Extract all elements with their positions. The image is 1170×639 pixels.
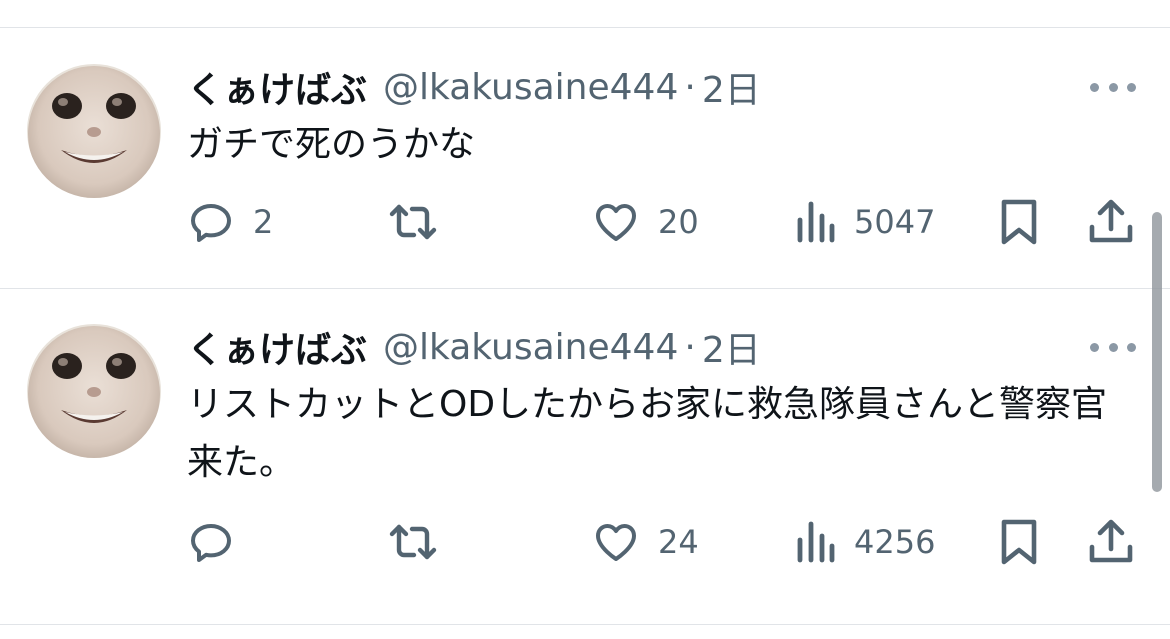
- reply-count: 2: [253, 203, 274, 241]
- like-count: 24: [658, 523, 699, 561]
- views-count: 4256: [854, 523, 936, 561]
- bottom-divider: [0, 624, 1170, 625]
- retweet-button[interactable]: [386, 197, 440, 247]
- action-bar: 2 20 5047: [0, 197, 1170, 247]
- reply-icon: [191, 524, 231, 562]
- avatar-image: [27, 64, 161, 198]
- tweet-text: ガチで死のうかな: [187, 124, 476, 165]
- retweet-button[interactable]: [386, 517, 440, 567]
- like-button[interactable]: 20: [592, 197, 699, 247]
- tweet-divider: [0, 288, 1170, 289]
- retweet-icon: [389, 204, 437, 240]
- user-handle[interactable]: @lkakusaine444: [383, 327, 678, 368]
- views-button[interactable]: 4256: [796, 517, 935, 567]
- bookmark-button[interactable]: [998, 197, 1040, 247]
- avatar[interactable]: [27, 64, 161, 198]
- views-count: 5047: [854, 203, 936, 241]
- tweet-text: リストカットとODしたからお家に救急隊員さんと警察官来た。: [187, 384, 1108, 483]
- tweet-2[interactable]: くぁけばぶ @lkakusaine444 · 2日 リストカットとODしたからお…: [0, 322, 1170, 622]
- views-bar-chart-icon: [797, 201, 835, 243]
- tweet-header: くぁけばぶ @lkakusaine444 · 2日: [187, 62, 761, 112]
- more-options-icon[interactable]: [1090, 334, 1136, 360]
- heart-icon: [596, 524, 636, 561]
- share-button[interactable]: [1088, 517, 1134, 567]
- bookmark-icon: [1001, 199, 1037, 245]
- display-name[interactable]: くぁけばぶ: [187, 321, 367, 373]
- avatar-image: [27, 324, 161, 458]
- heart-icon: [596, 204, 636, 241]
- views-button[interactable]: 5047: [796, 197, 935, 247]
- views-bar-chart-icon: [797, 521, 835, 563]
- action-bar: 24 4256: [0, 517, 1170, 567]
- timestamp[interactable]: 2日: [702, 321, 761, 373]
- bookmark-icon: [1001, 519, 1037, 565]
- more-options-icon[interactable]: [1090, 74, 1136, 100]
- like-button[interactable]: 24: [592, 517, 699, 567]
- user-handle[interactable]: @lkakusaine444: [383, 67, 678, 108]
- scrollbar-thumb[interactable]: [1152, 212, 1162, 492]
- display-name[interactable]: くぁけばぶ: [187, 61, 367, 113]
- top-divider: [0, 27, 1170, 28]
- share-upload-icon: [1089, 519, 1133, 563]
- reply-button[interactable]: 2: [187, 197, 273, 247]
- retweet-icon: [389, 524, 437, 560]
- timestamp[interactable]: 2日: [702, 61, 761, 113]
- tweet-header: くぁけばぶ @lkakusaine444 · 2日: [187, 322, 761, 372]
- share-button[interactable]: [1088, 197, 1134, 247]
- reply-icon: [191, 204, 231, 242]
- share-upload-icon: [1089, 199, 1133, 243]
- tweet-1[interactable]: くぁけばぶ @lkakusaine444 · 2日 ガチで死のうかな 2 20: [0, 62, 1170, 288]
- avatar[interactable]: [27, 324, 161, 458]
- reply-button[interactable]: [187, 517, 253, 567]
- separator-dot: ·: [684, 66, 696, 108]
- bookmark-button[interactable]: [998, 517, 1040, 567]
- like-count: 20: [658, 203, 699, 241]
- separator-dot: ·: [684, 326, 696, 368]
